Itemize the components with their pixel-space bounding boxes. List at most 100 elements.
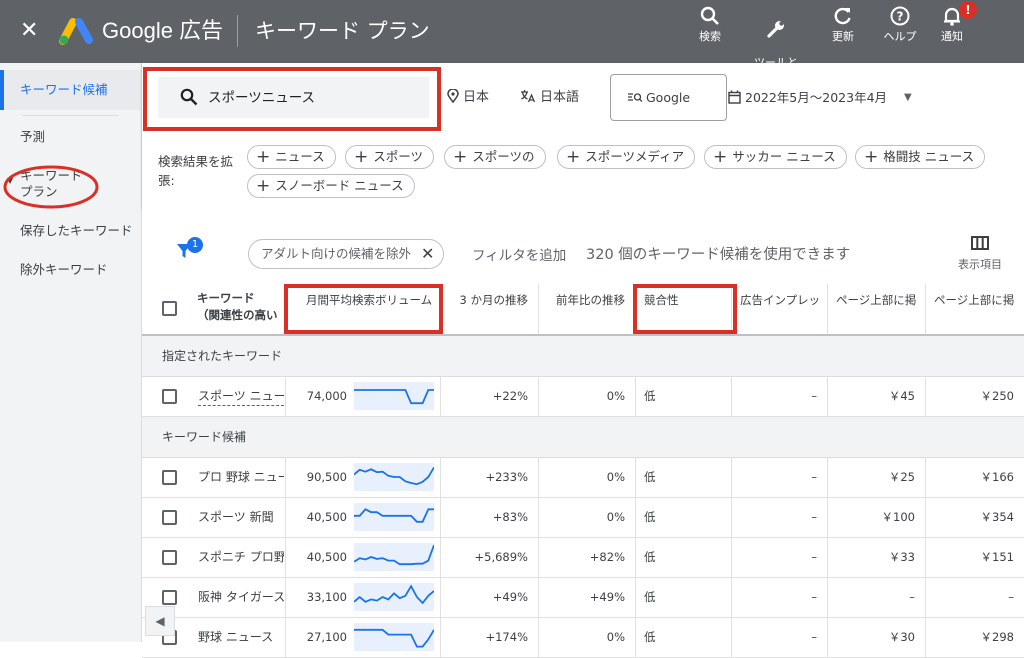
volume-value: 74,000 (306, 389, 347, 403)
header-three-month[interactable]: 3 か月の推移 (440, 284, 538, 334)
row-checkbox[interactable] (162, 510, 177, 525)
chip-label: スポーツメディア (585, 149, 685, 164)
trend-line (354, 584, 434, 605)
impression-cell: – (731, 618, 827, 657)
table-row[interactable]: スポーツ ニュース 74,000 +22%0%低–￥45￥250 (142, 377, 1024, 417)
svg-text:?: ? (897, 10, 904, 24)
row-checkbox[interactable] (162, 590, 177, 605)
columns-button[interactable]: 表示項目 (950, 236, 1010, 272)
top-bid-high-cell: – (925, 578, 1024, 617)
table-row[interactable]: 阪神 タイガース ニュース33,100+49%+49%低––– (142, 578, 1024, 618)
network-selector[interactable]: Google (610, 74, 727, 121)
close-icon[interactable]: ✕ (421, 240, 434, 268)
impression-cell: – (731, 377, 827, 416)
three-month-cell: +83% (440, 498, 538, 537)
trend-line (354, 466, 434, 486)
sidebar-item-forecast[interactable]: 予測 (0, 129, 141, 145)
search-panel: スポーツ ニュース 日本 日本語 Google 2022年5月〜2023年4月 ▼… (142, 63, 1024, 208)
expand-chip[interactable]: + スポーツの (444, 145, 546, 169)
yoy-cell: 0% (538, 498, 635, 537)
adult-filter-chip[interactable]: アダルト向けの候補を除外 ✕ (248, 239, 444, 269)
expand-chip[interactable]: + スノーボード ニュース (247, 174, 415, 198)
date-range-selector[interactable]: 2022年5月〜2023年4月 ▼ (728, 89, 912, 107)
table-row[interactable]: スポニチ プロ野球 40,500 +5,689%+82%低–￥33￥151 (142, 538, 1024, 578)
top-bar: ✕ Google 広告 キーワード プラン 検索 ツールと 設定 更新 ? ヘル… (0, 0, 1024, 82)
top-bid-low-cell: ￥45 (827, 377, 925, 416)
plus-icon: + (864, 147, 879, 167)
keyword-text[interactable]: スポーツ 新聞 (198, 509, 284, 526)
results-area: 1 アダルト向けの候補を除外 ✕ フィルタを追加 320 個のキーワード候補を使… (142, 208, 1024, 658)
sidebar-divider (22, 115, 118, 116)
plus-icon: + (354, 147, 369, 167)
sidebar-item-saved-keywords[interactable]: 保存したキーワード (0, 223, 141, 239)
keyword-text[interactable]: スポニチ プロ野球 (198, 549, 284, 566)
top-bid-high-cell: ￥298 (925, 618, 1024, 657)
select-all-checkbox[interactable] (162, 301, 177, 316)
notifications-button[interactable]: 通知 ! (917, 1, 987, 43)
table-row[interactable]: スポーツ 新聞 40,500 +83% 0% 低 – ￥100 ￥354 (142, 498, 1024, 538)
trend-sparkline (354, 503, 434, 531)
expand-chip[interactable]: + サッカー ニュース (704, 145, 847, 169)
trend-line (354, 628, 434, 648)
yoy-cell: +82% (538, 538, 635, 577)
add-filter-button[interactable]: フィルタを追加 (472, 247, 566, 265)
header-top-bid-high[interactable]: ページ上部に掲 (925, 284, 1024, 334)
volume-value: 40,500 (306, 550, 347, 564)
yoy-cell: 0% (538, 618, 635, 657)
three-month-cell: +174% (440, 618, 538, 657)
keyword-text[interactable]: スポーツ ニュース (198, 388, 284, 406)
competition-cell: 低 (635, 498, 731, 537)
volume-value: 27,100 (306, 630, 347, 644)
wrench-icon (767, 21, 784, 38)
location-value: 日本 (463, 90, 490, 105)
table-row[interactable]: 野球 ニュース 27,100 +174% 0% 低 – ￥30 ￥298 (142, 618, 1024, 658)
keyword-text[interactable]: プロ 野球 ニュース (198, 469, 284, 486)
refresh-label: 更新 (832, 30, 854, 43)
adult-filter-label: アダルト向けの候補を除外 (261, 246, 412, 261)
impression-cell: – (731, 498, 827, 537)
top-bid-high-cell: ￥151 (925, 538, 1024, 577)
search-tool-label: 検索 (699, 30, 721, 43)
search-tool-button[interactable]: 検索 (675, 6, 745, 43)
sidebar-item-keyword-ideas[interactable]: キーワード候補 (0, 70, 141, 110)
header-yoy[interactable]: 前年比の推移 (538, 284, 635, 334)
header-top-bid-low[interactable]: ページ上部に掲 (827, 284, 925, 334)
plus-icon: + (566, 147, 581, 167)
expand-chip[interactable]: + 格闘技 ニュース (855, 145, 986, 169)
sidebar-item-negative-keywords[interactable]: 除外キーワード (0, 262, 141, 278)
top-bid-high-cell: ￥250 (925, 377, 1024, 416)
row-checkbox[interactable] (162, 550, 177, 565)
impression-cell: – (731, 578, 827, 617)
section-specified-keywords: 指定されたキーワード (142, 336, 1024, 377)
trend-line (354, 508, 434, 523)
top-bid-low-cell: ￥100 (827, 498, 925, 537)
row-checkbox[interactable] (162, 470, 177, 485)
close-icon[interactable]: ✕ (20, 18, 38, 44)
chip-label: ニュース (275, 149, 325, 164)
page-title: キーワード プラン (255, 19, 430, 43)
impression-cell: – (731, 458, 827, 497)
header-keyword[interactable]: キーワード （関連性の高い (197, 290, 278, 324)
annotation-box-competition (633, 284, 737, 334)
table-row[interactable]: プロ 野球 ニュース 90,500 +233%0%低–￥25￥166 (142, 458, 1024, 498)
title-divider (237, 15, 238, 47)
keyword-text[interactable]: 阪神 タイガース ニュース (198, 589, 284, 606)
trend-sparkline (354, 583, 434, 611)
plus-icon: + (256, 147, 271, 167)
location-selector[interactable]: 日本 (447, 88, 490, 107)
three-month-cell: +22% (440, 377, 538, 416)
table-header: キーワード （関連性の高い 月間平均検索ボリューム 3 か月の推移 前年比の推移… (142, 284, 1024, 336)
scroll-left-button[interactable]: ◀ (145, 606, 175, 636)
row-checkbox[interactable] (162, 389, 177, 404)
date-range-value: 2022年5月〜2023年4月 (745, 90, 888, 105)
expand-chip[interactable]: + ニュース (247, 145, 336, 169)
keyword-count-text: 320 個のキーワード候補を使用できます (586, 247, 851, 263)
keyword-text[interactable]: 野球 ニュース (198, 629, 284, 646)
top-bid-low-cell: ￥33 (827, 538, 925, 577)
brand-name: Google 広告 (102, 18, 224, 43)
top-bid-high-cell: ￥166 (925, 458, 1024, 497)
language-selector[interactable]: 日本語 (520, 89, 579, 107)
expand-chip[interactable]: + スポーツ (345, 145, 435, 169)
header-impression-share[interactable]: 広告インプレッ (731, 284, 827, 334)
expand-chip[interactable]: + スポーツメディア (557, 145, 696, 169)
